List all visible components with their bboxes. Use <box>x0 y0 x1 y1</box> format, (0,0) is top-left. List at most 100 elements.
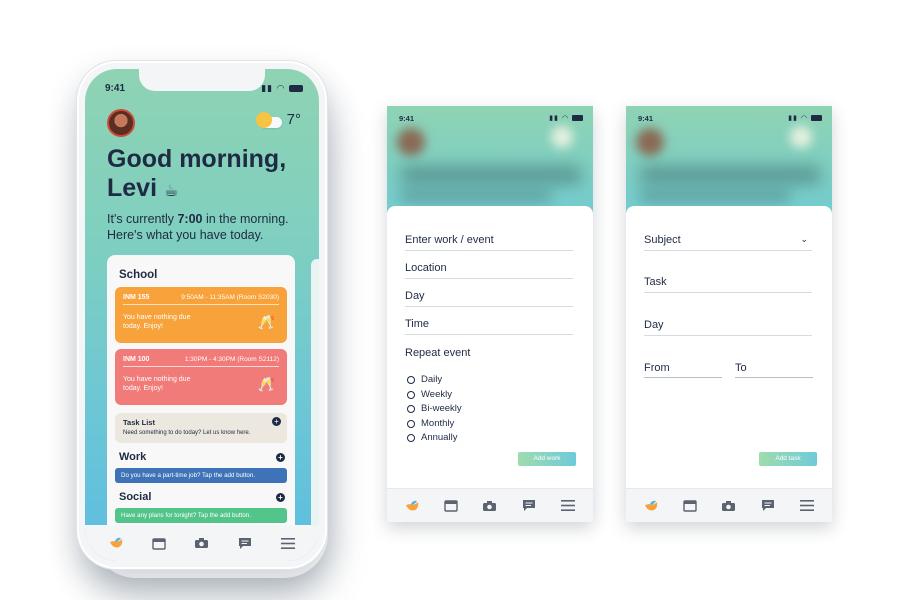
calendar-icon <box>683 500 697 512</box>
phone-notch <box>139 69 265 91</box>
tab-calendar[interactable] <box>443 498 459 514</box>
camera-icon <box>722 500 736 511</box>
chat-icon <box>238 537 251 549</box>
battery-icon <box>572 115 583 122</box>
menu-icon <box>560 500 575 511</box>
tab-home[interactable] <box>404 498 420 514</box>
battery-icon <box>811 115 822 122</box>
chat-icon <box>522 500 535 511</box>
camera-icon <box>483 500 497 511</box>
task-list-card[interactable]: Task List Need something to do today? Le… <box>115 413 287 443</box>
blurred-avatar <box>397 128 425 156</box>
subject-label: Subject <box>644 234 681 246</box>
work-section: Work + <box>119 451 287 465</box>
temperature: 7° <box>286 111 301 128</box>
summary-time: 7:00 <box>177 212 203 226</box>
schedule-card: School INM 155 9:50AM - 11:35AM (Room S2… <box>107 255 295 535</box>
add-work-button[interactable]: Add work <box>518 452 576 466</box>
add-social-icon[interactable]: + <box>276 493 285 502</box>
radio-label: Daily <box>421 374 443 385</box>
from-input[interactable]: From <box>644 362 722 378</box>
blurred-weather <box>551 126 573 148</box>
tab-menu[interactable] <box>560 498 576 514</box>
coffee-icon: ☕ <box>163 183 179 200</box>
work-prompt[interactable]: Do you have a part-time job? Tap the add… <box>115 468 287 483</box>
blurred-subtext <box>401 190 551 202</box>
radio-label: Monthly <box>421 418 455 429</box>
radio-circle-icon <box>407 404 415 413</box>
tab-bar <box>85 525 319 561</box>
radio-daily[interactable]: Daily <box>407 374 442 385</box>
radio-label: Annually <box>421 432 458 443</box>
tab-camera[interactable] <box>194 535 210 551</box>
radio-monthly[interactable]: Monthly <box>407 418 454 429</box>
tab-menu[interactable] <box>799 498 815 514</box>
tab-home[interactable] <box>643 498 659 514</box>
radio-annually[interactable]: Annually <box>407 432 457 443</box>
blurred-avatar <box>636 128 664 156</box>
next-card-peek[interactable] <box>311 259 319 539</box>
social-title: Social <box>119 491 152 503</box>
camera-icon <box>195 538 209 548</box>
tab-chat[interactable] <box>237 535 253 551</box>
greeting-line1: Good morning, <box>107 145 287 173</box>
cheers-icon: 🥂 <box>257 314 275 330</box>
bird-logo-icon <box>406 500 419 510</box>
school-title: School <box>119 269 158 281</box>
signal-icon: ▮▮ <box>261 83 274 93</box>
social-prompt[interactable]: Have any plans for tonight? Tap the add … <box>115 508 287 523</box>
task-input[interactable]: Task <box>644 276 812 293</box>
tab-home[interactable] <box>108 535 124 551</box>
day-input[interactable]: Day <box>644 319 812 336</box>
time-input[interactable]: Time <box>405 318 573 335</box>
add-work-sheet: Enter work / event Location Day Time Rep… <box>387 206 593 488</box>
battery-icon <box>289 85 303 93</box>
blurred-greeting <box>401 166 581 184</box>
tab-chat[interactable] <box>521 498 537 514</box>
tab-camera[interactable] <box>721 498 737 514</box>
add-work-icon[interactable]: + <box>276 453 285 462</box>
blurred-header <box>387 106 593 216</box>
task-list-title: Task List <box>123 418 155 427</box>
class-time: 9:50AM - 11:35AM (Room S2030) <box>181 294 279 301</box>
work-event-input[interactable]: Enter work / event <box>405 234 573 251</box>
location-input[interactable]: Location <box>405 262 573 279</box>
add-task-screen: 9:41 ▮▮ ◠ Subject ⌄ Task Day From To Add… <box>626 106 832 522</box>
phone-frame: 9:41 ▮▮ ◠ 7° Good morning, Levi ☕ It's c… <box>76 60 328 570</box>
repeat-event-label: Repeat event <box>405 347 471 359</box>
radio-circle-icon <box>407 419 415 428</box>
radio-biweekly[interactable]: Bi-weekly <box>407 403 462 414</box>
tab-bar <box>387 488 593 522</box>
add-task-button[interactable]: Add task <box>759 452 817 466</box>
class-tile[interactable]: INM 155 9:50AM - 11:35AM (Room S2030) Yo… <box>115 287 287 343</box>
status-icons: ▮▮ ◠ <box>261 83 303 94</box>
tab-camera[interactable] <box>482 498 498 514</box>
day-input[interactable]: Day <box>405 290 573 307</box>
status-time: 9:41 <box>105 83 126 94</box>
avatar[interactable] <box>107 109 135 137</box>
tab-chat[interactable] <box>760 498 776 514</box>
class-tile[interactable]: INM 100 1:30PM - 4:30PM (Room S2112) You… <box>115 349 287 405</box>
radio-label: Weekly <box>421 389 452 400</box>
radio-circle-icon <box>407 390 415 399</box>
weather-widget[interactable]: 7° <box>256 111 301 129</box>
class-note: You have nothing due today. Enjoy! <box>123 376 191 392</box>
task-list-desc: Need something to do today? Let us know … <box>123 430 251 436</box>
subject-select[interactable]: Subject ⌄ <box>644 234 812 251</box>
tab-menu[interactable] <box>280 535 296 551</box>
status-icons: ▮▮ ◠ <box>549 114 583 122</box>
radio-label: Bi-weekly <box>421 403 462 414</box>
bird-logo-icon <box>110 537 123 548</box>
tab-calendar[interactable] <box>151 535 167 551</box>
tab-calendar[interactable] <box>682 498 698 514</box>
radio-circle-icon <box>407 375 415 384</box>
summary-intro: It's currently <box>107 212 178 226</box>
class-header: INM 100 1:30PM - 4:30PM (Room S2112) <box>123 356 279 367</box>
blurred-greeting <box>640 166 820 184</box>
class-code: INM 100 <box>123 356 150 363</box>
radio-weekly[interactable]: Weekly <box>407 389 452 400</box>
greeting: Good morning, Levi ☕ <box>107 145 286 206</box>
to-input[interactable]: To <box>735 362 813 378</box>
add-task-icon[interactable]: + <box>272 417 281 426</box>
bird-logo-icon <box>645 500 658 510</box>
